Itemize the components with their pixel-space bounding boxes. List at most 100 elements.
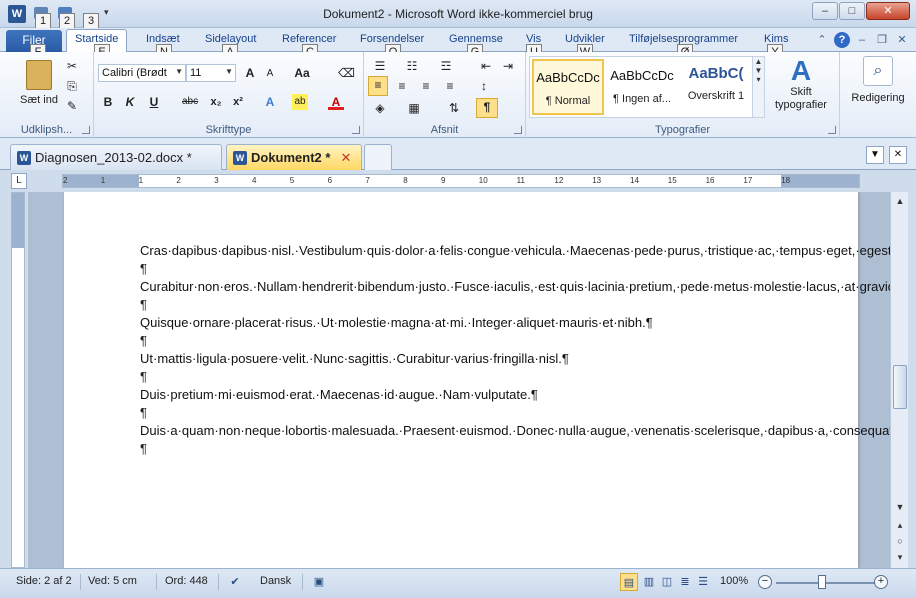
- sort-icon[interactable]: ⇅: [446, 100, 462, 116]
- strikethrough-icon[interactable]: abc: [182, 94, 198, 110]
- minimize-button[interactable]: –: [812, 2, 838, 20]
- draft-icon[interactable]: ☰: [694, 573, 712, 591]
- font-size-combo[interactable]: 11 ▼: [186, 64, 236, 82]
- highlight-icon[interactable]: ab: [292, 94, 308, 110]
- italic-icon[interactable]: K: [122, 94, 138, 110]
- web-layout-icon[interactable]: ◫: [658, 573, 676, 591]
- zoom-out-button[interactable]: −: [758, 575, 772, 589]
- vertical-scrollbar[interactable]: ▲ ▼ ▴ ○ ▾: [890, 192, 908, 568]
- horizontal-ruler[interactable]: 2 1 1 2 3 4 5 6 7 8 9 10 11 12 13 14 15 16 17 18: [62, 174, 860, 188]
- shrink-font-icon[interactable]: A: [262, 66, 278, 82]
- clipboard-launcher[interactable]: [82, 126, 90, 134]
- empty-paragraph[interactable]: ¶: [140, 332, 790, 350]
- justify-icon[interactable]: ≡: [442, 78, 458, 94]
- select-browse-object-icon[interactable]: ○: [893, 534, 907, 548]
- zoom-in-button[interactable]: +: [874, 575, 888, 589]
- document-body[interactable]: Cras·dapibus·dapibus·nisl.·Vestibulum·qu…: [140, 242, 890, 458]
- paragraph[interactable]: Quisque·ornare·placerat·risus.·Ut·molest…: [140, 314, 790, 332]
- align-left-icon[interactable]: ≡: [368, 76, 388, 96]
- paragraph[interactable]: Curabitur·non·eros.·Nullam·hendrerit·bib…: [140, 278, 890, 296]
- paragraph[interactable]: Cras·dapibus·dapibus·nisl.·Vestibulum·qu…: [140, 242, 890, 260]
- previous-page-icon[interactable]: ▴: [893, 518, 907, 532]
- style-normal[interactable]: AaBbCcDc ¶ Normal: [532, 59, 604, 115]
- bullets-icon[interactable]: ☰: [372, 58, 388, 74]
- bold-icon[interactable]: B: [100, 94, 116, 110]
- close-button[interactable]: ✕: [866, 2, 910, 20]
- page-indicator[interactable]: Side: 2 af 2: [16, 575, 72, 587]
- minimize-ribbon-icon[interactable]: ⌃: [814, 32, 830, 48]
- zoom-slider-thumb[interactable]: [818, 575, 826, 589]
- align-center-icon[interactable]: ≡: [394, 78, 410, 94]
- superscript-icon[interactable]: x²: [230, 94, 246, 110]
- language-indicator[interactable]: Dansk: [260, 575, 291, 587]
- ruler-tick-label: 2: [63, 176, 68, 185]
- paragraph[interactable]: Duis·a·quam·non·neque·lobortis·malesuada…: [140, 422, 890, 440]
- new-tab-button[interactable]: [364, 144, 392, 170]
- show-formatting-icon[interactable]: ¶: [476, 98, 498, 118]
- styles-launcher[interactable]: [828, 126, 836, 134]
- decrease-indent-icon[interactable]: ⇤: [478, 58, 494, 74]
- word-count[interactable]: Ord: 448: [165, 575, 208, 587]
- format-painter-icon[interactable]: ✎: [64, 98, 80, 114]
- page[interactable]: Cras·dapibus·dapibus·nisl.·Vestibulum·qu…: [64, 192, 890, 568]
- shading-icon[interactable]: ◈: [372, 100, 388, 116]
- doc-tab-dokument2[interactable]: W Dokument2 * ✕: [226, 144, 362, 170]
- subscript-icon[interactable]: x₂: [208, 94, 224, 110]
- doc-restore-icon[interactable]: ❐: [874, 32, 890, 48]
- vertical-position[interactable]: Ved: 5 cm: [88, 575, 137, 587]
- increase-indent-icon[interactable]: ⇥: [500, 58, 516, 74]
- doc-minimize-icon[interactable]: –: [854, 32, 870, 48]
- help-icon[interactable]: ?: [834, 32, 850, 48]
- paragraph-launcher[interactable]: [514, 126, 522, 134]
- underline-icon[interactable]: U: [146, 94, 162, 110]
- empty-paragraph[interactable]: ¶: [140, 368, 790, 386]
- scroll-up-icon[interactable]: ▲: [893, 194, 907, 208]
- text-effects-icon[interactable]: A: [262, 94, 278, 110]
- style-heading-1[interactable]: AaBbC( Overskrift 1: [680, 59, 752, 115]
- grow-font-icon[interactable]: A: [242, 65, 258, 81]
- change-case-icon[interactable]: Aa: [294, 65, 310, 81]
- proofing-icon[interactable]: ✔: [226, 573, 244, 591]
- align-right-icon[interactable]: ≡: [418, 78, 434, 94]
- change-styles-button[interactable]: A Skift typografier: [768, 56, 834, 120]
- empty-paragraph[interactable]: ¶: [140, 440, 790, 458]
- font-launcher[interactable]: [352, 126, 360, 134]
- font-color-icon[interactable]: A: [328, 94, 344, 110]
- copy-icon[interactable]: ⎘: [64, 78, 80, 94]
- outline-icon[interactable]: ≣: [676, 573, 694, 591]
- styles-gallery-scroll[interactable]: ▲ ▼ ▾: [752, 57, 764, 117]
- style-no-spacing[interactable]: AaBbCcDc ¶ Ingen af...: [606, 59, 678, 115]
- numbering-icon[interactable]: ☷: [404, 58, 420, 74]
- empty-paragraph[interactable]: ¶: [140, 296, 790, 314]
- maximize-button[interactable]: □: [839, 2, 865, 20]
- style-sample: AaBbCcDc: [536, 70, 600, 85]
- paste-button[interactable]: Sæt ind: [18, 58, 60, 118]
- borders-icon[interactable]: ▦: [406, 100, 422, 116]
- zoom-level[interactable]: 100%: [720, 575, 748, 587]
- tab-selector[interactable]: L: [11, 173, 27, 189]
- editing-button[interactable]: ⌕ Redigering: [846, 56, 910, 118]
- vertical-ruler[interactable]: [11, 192, 25, 568]
- tab-list-button[interactable]: ▼: [866, 146, 884, 164]
- font-name-combo[interactable]: Calibri (Brødt ▼: [98, 64, 186, 82]
- paragraph[interactable]: Duis·pretium·mi·euismod·erat.·Maecenas·i…: [140, 386, 790, 404]
- scroll-down-icon[interactable]: ▼: [893, 500, 907, 514]
- cut-icon[interactable]: ✂: [64, 58, 80, 74]
- multilevel-list-icon[interactable]: ☲: [438, 58, 454, 74]
- doc-close-icon[interactable]: ✕: [894, 32, 910, 48]
- full-screen-reading-icon[interactable]: ▥: [640, 573, 658, 591]
- zoom-slider[interactable]: [776, 582, 876, 584]
- doc-tab-diagnosen[interactable]: W Diagnosen_2013-02.docx *: [10, 144, 222, 170]
- next-page-icon[interactable]: ▾: [893, 550, 907, 564]
- paragraph[interactable]: Ut·mattis·ligula·posuere·velit.·Nunc·sag…: [140, 350, 790, 368]
- line-spacing-icon[interactable]: ↕: [476, 78, 492, 94]
- print-layout-icon[interactable]: ▤: [620, 573, 638, 591]
- empty-paragraph[interactable]: ¶: [140, 404, 790, 422]
- macro-record-icon[interactable]: ▣: [310, 573, 328, 591]
- close-tab-icon[interactable]: ✕: [340, 150, 351, 165]
- empty-paragraph[interactable]: ¶: [140, 260, 790, 278]
- clear-formatting-icon[interactable]: ⌫: [338, 65, 355, 81]
- tab-close-button[interactable]: ✕: [889, 146, 907, 164]
- scroll-thumb[interactable]: [893, 365, 907, 409]
- ruler-tick-label: 2: [176, 176, 181, 185]
